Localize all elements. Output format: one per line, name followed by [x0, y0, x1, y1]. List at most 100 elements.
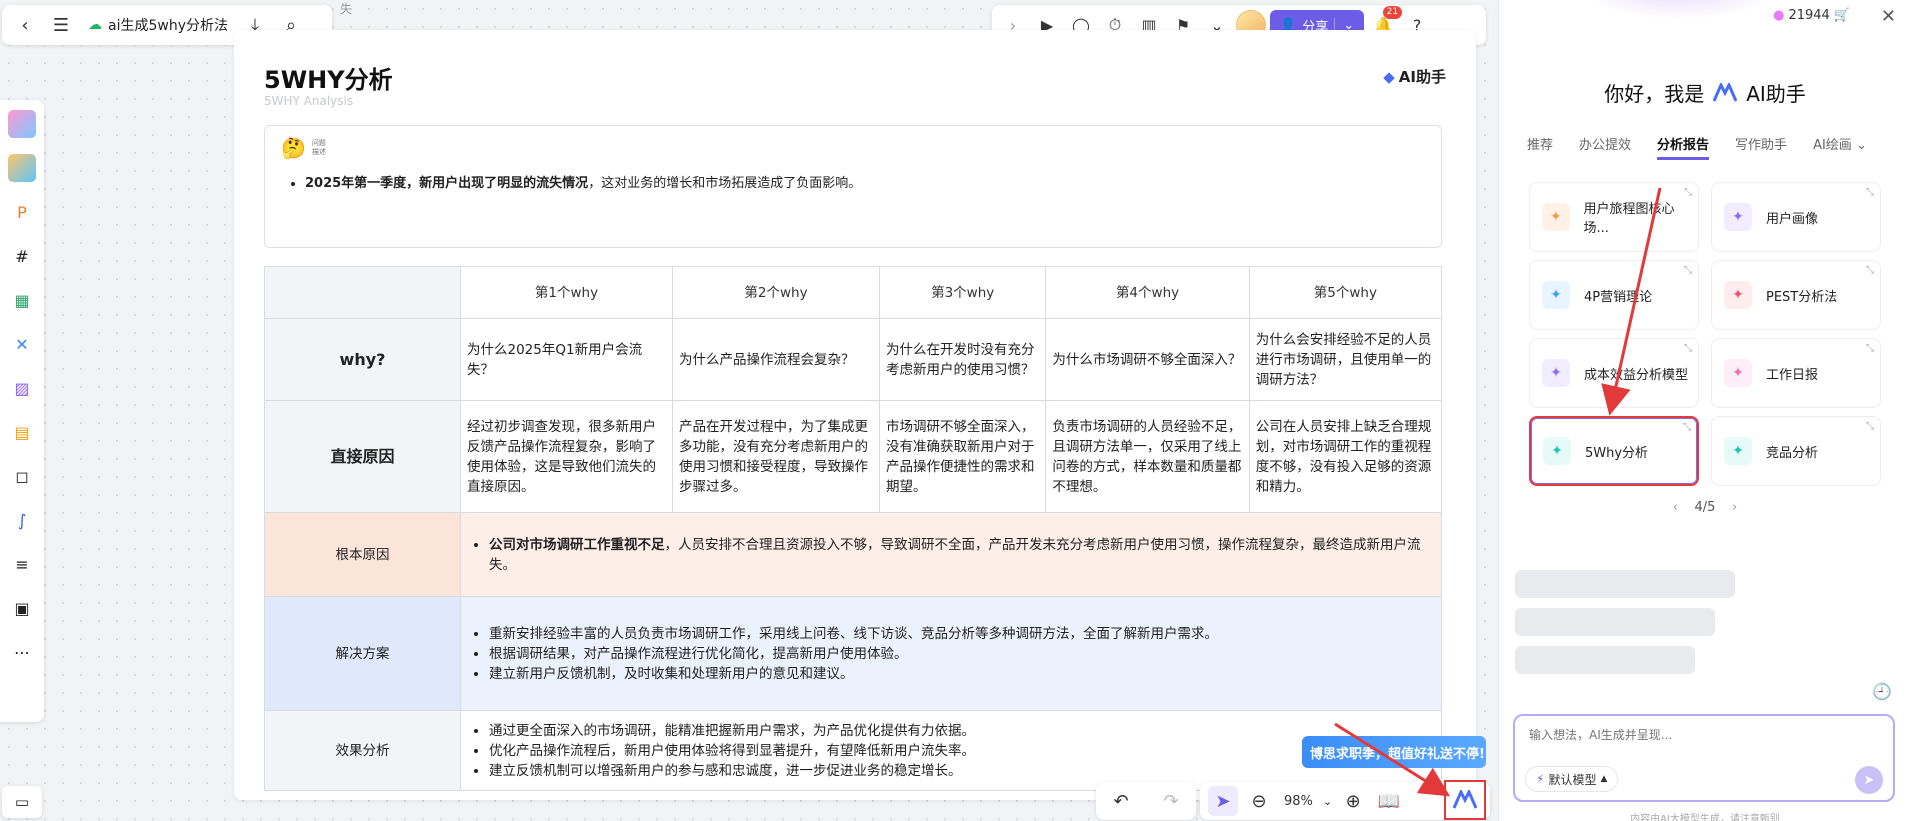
- pager-prev-icon[interactable]: ‹: [1673, 500, 1678, 515]
- history-clock-icon[interactable]: 🕘: [1872, 682, 1892, 701]
- credits-icon: ●: [1773, 8, 1785, 23]
- card-label: 5Why分析: [1585, 445, 1649, 461]
- document-title[interactable]: ☁ ai生成5why分析法: [82, 15, 234, 35]
- send-button[interactable]: ➤: [1855, 766, 1883, 794]
- greeting-prefix: 你好，我是: [1604, 82, 1705, 106]
- tab-analysis-report[interactable]: 分析报告: [1657, 134, 1710, 160]
- root-cause-label: 根本原因: [264, 512, 461, 597]
- table-icon[interactable]: ▦: [8, 286, 36, 314]
- ai-assistant-toggle-icon[interactable]: [1444, 780, 1486, 820]
- five-why-table[interactable]: 第1个why 第2个why 第3个why 第4个why 第5个why why? …: [264, 266, 1443, 791]
- pin-icon[interactable]: ⤡: [1866, 265, 1874, 276]
- sparkle-icon: ✦: [1724, 359, 1752, 387]
- card-cost-benefit[interactable]: ⤡ ✦ 成本效益分析模型: [1529, 338, 1699, 408]
- effect-item: 建立反馈机制可以增强新用户的参与感和忠诚度，进一步促进业务的稳定增长。: [489, 761, 1435, 781]
- problem-tag-1: 问题: [311, 139, 326, 147]
- panel-tabs: 推荐 办公提效 分析报告 写作助手 AI绘画 ⌄: [1527, 134, 1867, 160]
- why-row-label: why?: [264, 318, 461, 401]
- pin-icon[interactable]: ⤡: [1866, 421, 1874, 432]
- frame-icon[interactable]: #: [8, 242, 36, 270]
- chevron-down-icon: ⌄: [1855, 138, 1867, 153]
- text-list-icon[interactable]: ≡: [8, 550, 36, 578]
- pin-icon[interactable]: ⤡: [1866, 343, 1874, 354]
- card-5why[interactable]: ⤡ ✦ 5Why分析: [1529, 416, 1699, 486]
- pin-icon[interactable]: ⤡: [1684, 343, 1692, 354]
- header-why-3: 第3个why: [879, 266, 1047, 319]
- history-toolbar: ↶ ↷: [1096, 782, 1196, 820]
- solution-cell: 重新安排经验丰富的人员负责市场调研工作，采用线上问卷、线下访谈、竞品分析等多种调…: [460, 596, 1442, 711]
- pin-icon[interactable]: ⤡: [1683, 422, 1691, 433]
- pager-text: 4/5: [1694, 500, 1716, 515]
- loading-skeleton: [1515, 570, 1735, 598]
- slides-icon[interactable]: P: [8, 198, 36, 226]
- header-why-4: 第4个why: [1045, 266, 1250, 319]
- card-competitor[interactable]: ⤡ ✦ 竞品分析: [1711, 416, 1881, 486]
- card-pager: ‹ 4/5 ›: [1499, 500, 1910, 515]
- problem-bold: 2025年第一季度，新用户出现了明显的流失情况: [305, 176, 589, 191]
- tab-recommend[interactable]: 推荐: [1527, 134, 1553, 160]
- pointer-icon[interactable]: ➤: [1208, 786, 1238, 816]
- root-cause-cell: 公司对市场调研工作重视不足，人员安排不合理且资源投入不够，导致调研不全面，产品开…: [460, 512, 1442, 597]
- undo-icon[interactable]: ↶: [1106, 786, 1136, 816]
- table-row: 根本原因 公司对市场调研工作重视不足，人员安排不合理且资源投入不够，导致调研不全…: [264, 512, 1442, 597]
- why-cell-4: 为什么市场调研不够全面深入？: [1045, 318, 1250, 401]
- sticker-icon[interactable]: [8, 154, 36, 182]
- ai-logo-icon: [1452, 790, 1478, 809]
- minimap-icon[interactable]: ▭: [2, 786, 42, 818]
- sparkle-icon: ✦: [1542, 203, 1570, 231]
- pin-icon[interactable]: ⤡: [1684, 187, 1692, 198]
- template-icon[interactable]: [8, 110, 36, 138]
- hamburger-menu-icon[interactable]: ☰: [46, 10, 76, 40]
- ai-prompt-box: ⚡ 默认模型 ▲ ➤: [1513, 714, 1895, 802]
- loading-skeleton: [1515, 608, 1715, 636]
- pager-next-icon[interactable]: ›: [1732, 500, 1737, 515]
- redo-icon[interactable]: ↷: [1156, 786, 1186, 816]
- back-icon[interactable]: ‹: [10, 10, 40, 40]
- table-row: 直接原因 经过初步调查发现，很多新用户反馈产品操作流程复杂，影响了使用体验，这是…: [264, 400, 1443, 513]
- why-cell-1: 为什么2025年Q1新用户会流失？: [460, 318, 673, 401]
- greeting-name: AI助手: [1746, 82, 1806, 106]
- document-title-text: ai生成5why分析法: [108, 18, 228, 34]
- image-icon[interactable]: ▨: [8, 374, 36, 402]
- zoom-level[interactable]: 98%: [1280, 794, 1317, 809]
- panel-greeting: 你好，我是 AI助手: [1499, 78, 1910, 107]
- promo-banner[interactable]: 博思求职季，超值好礼送不停!: [1302, 736, 1486, 768]
- shape-icon[interactable]: ◻: [8, 462, 36, 490]
- tab-ai-drawing[interactable]: AI绘画 ⌄: [1813, 134, 1867, 160]
- direct-cell-4: 负责市场调研的人员经验不足，且调研方法单一，仅采用了线上问卷的方式，样本数量和质…: [1045, 400, 1250, 513]
- credits-counter[interactable]: ● 21944 🛒: [1773, 8, 1850, 23]
- card-user-journey[interactable]: ⤡ ✦ 用户旅程图核心场...: [1529, 182, 1699, 252]
- card-user-persona[interactable]: ⤡ ✦ 用户画像: [1711, 182, 1881, 252]
- layout-icon[interactable]: ▣: [8, 594, 36, 622]
- problem-statement[interactable]: 🤔 问题 描述 2025年第一季度，新用户出现了明显的流失情况，这对业务的增长和…: [264, 125, 1442, 248]
- card-daily-report[interactable]: ⤡ ✦ 工作日报: [1711, 338, 1881, 408]
- card-4p-marketing[interactable]: ⤡ ✦ 4P营销理论: [1529, 260, 1699, 330]
- document-frame[interactable]: 5WHY分析 5WHY Analysis ◆ AI助手 🤔 问题 描述 2025…: [234, 30, 1476, 800]
- sparkle-icon: ✦: [1724, 203, 1752, 231]
- tab-writing[interactable]: 写作助手: [1735, 134, 1787, 160]
- more-icon[interactable]: ⋯: [8, 638, 36, 666]
- card-pest[interactable]: ⤡ ✦ PEST分析法: [1711, 260, 1881, 330]
- problem-tag-2: 描述: [311, 148, 326, 156]
- zoom-out-icon[interactable]: ⊖: [1244, 786, 1274, 816]
- close-icon[interactable]: ✕: [1881, 6, 1896, 27]
- book-icon[interactable]: 📖: [1374, 786, 1404, 816]
- cart-icon[interactable]: 🛒: [1834, 8, 1850, 23]
- zoom-in-icon[interactable]: ⊕: [1338, 786, 1368, 816]
- zoom-dropdown-icon[interactable]: ⌄: [1323, 795, 1332, 808]
- solution-label: 解决方案: [264, 596, 461, 711]
- header-why-5: 第5个why: [1248, 266, 1443, 319]
- table-row: 解决方案 重新安排经验丰富的人员负责市场调研工作，采用线上问卷、线下访谈、竞品分…: [264, 596, 1442, 711]
- effect-label: 效果分析: [264, 710, 461, 791]
- kanban-icon[interactable]: ▤: [8, 418, 36, 446]
- model-selector[interactable]: ⚡ 默认模型 ▲: [1525, 766, 1619, 792]
- pin-icon[interactable]: ⤡: [1866, 187, 1874, 198]
- solution-item: 建立新用户反馈机制，及时收集和处理新用户的意见和建议。: [489, 664, 1435, 684]
- tab-office[interactable]: 办公提效: [1579, 134, 1631, 160]
- ai-assistant-panel: ● 21944 🛒 ✕ 你好，我是 AI助手 推荐 办公提效 分析报告 写作助手…: [1498, 0, 1910, 821]
- pen-icon[interactable]: ∫: [8, 506, 36, 534]
- ai-prompt-input[interactable]: [1529, 728, 1869, 742]
- pin-icon[interactable]: ⤡: [1684, 265, 1692, 276]
- ai-badge-label: AI助手: [1398, 68, 1446, 86]
- mindmap-icon[interactable]: ✕: [8, 330, 36, 358]
